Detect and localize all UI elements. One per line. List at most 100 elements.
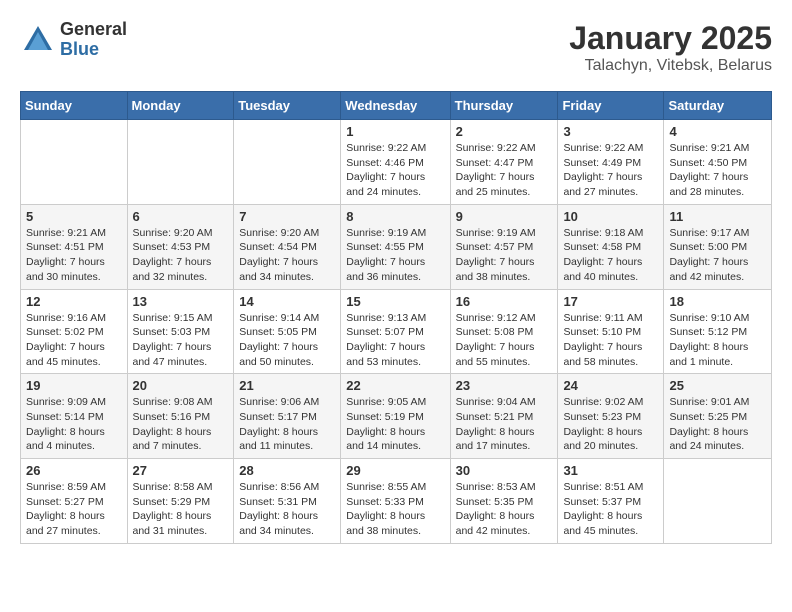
logo-blue-text: Blue (60, 40, 127, 60)
weekday-header: Sunday (21, 92, 128, 120)
calendar-cell: 9 Sunrise: 9:19 AM Sunset: 4:57 PM Daylig… (450, 204, 558, 289)
logo-text: General Blue (60, 20, 127, 60)
month-title: January 2025 (569, 20, 772, 57)
calendar-cell: 3Sunrise: 9:22 AM Sunset: 4:49 PM Daylig… (558, 120, 664, 205)
day-number: 24 (563, 378, 658, 393)
calendar-week-row: 12 Sunrise: 9:16 AM Sunset: 5:02 PM Dayli… (21, 289, 772, 374)
calendar-cell (234, 120, 341, 205)
day-info: Sunrise: 9:20 AM Sunset: 4:54 PM Dayligh… (239, 226, 335, 285)
day-number: 6 (133, 209, 229, 224)
day-number: 9 (456, 209, 553, 224)
day-number: 17 (563, 294, 658, 309)
day-number: 12 (26, 294, 122, 309)
day-info: Sunrise: 9:04 AM Sunset: 5:21 PM Dayligh… (456, 395, 553, 454)
calendar-cell: 4 Sunrise: 9:21 AM Sunset: 4:50 PM Daylig… (664, 120, 772, 205)
day-number: 26 (26, 463, 122, 478)
calendar-table: SundayMondayTuesdayWednesdayThursdayFrid… (20, 91, 772, 544)
day-info: Sunrise: 9:19 AM Sunset: 4:57 PM Dayligh… (456, 226, 553, 285)
day-number: 13 (133, 294, 229, 309)
day-number: 23 (456, 378, 553, 393)
day-number: 4 (669, 124, 766, 139)
day-info: Sunrise: 9:20 AM Sunset: 4:53 PM Dayligh… (133, 226, 229, 285)
calendar-cell: 27 Sunrise: 8:58 AM Sunset: 5:29 PM Dayli… (127, 459, 234, 544)
calendar-cell: 28Sunrise: 8:56 AM Sunset: 5:31 PM Dayli… (234, 459, 341, 544)
calendar-cell: 24 Sunrise: 9:02 AM Sunset: 5:23 PM Dayli… (558, 374, 664, 459)
day-info: Sunrise: 9:22 AM Sunset: 4:47 PM Dayligh… (456, 141, 553, 200)
weekday-header: Friday (558, 92, 664, 120)
day-info: Sunrise: 9:17 AM Sunset: 5:00 PM Dayligh… (669, 226, 766, 285)
calendar-cell: 19Sunrise: 9:09 AM Sunset: 5:14 PM Dayli… (21, 374, 128, 459)
calendar-cell: 7 Sunrise: 9:20 AM Sunset: 4:54 PM Daylig… (234, 204, 341, 289)
day-number: 16 (456, 294, 553, 309)
calendar-cell: 15 Sunrise: 9:13 AM Sunset: 5:07 PM Dayli… (341, 289, 450, 374)
day-info: Sunrise: 9:16 AM Sunset: 5:02 PM Dayligh… (26, 311, 122, 370)
day-number: 31 (563, 463, 658, 478)
day-info: Sunrise: 9:06 AM Sunset: 5:17 PM Dayligh… (239, 395, 335, 454)
day-number: 11 (669, 209, 766, 224)
calendar-cell: 11 Sunrise: 9:17 AM Sunset: 5:00 PM Dayli… (664, 204, 772, 289)
day-info: Sunrise: 9:14 AM Sunset: 5:05 PM Dayligh… (239, 311, 335, 370)
calendar-week-row: 19Sunrise: 9:09 AM Sunset: 5:14 PM Dayli… (21, 374, 772, 459)
calendar-cell: 25 Sunrise: 9:01 AM Sunset: 5:25 PM Dayli… (664, 374, 772, 459)
logo-icon (20, 22, 56, 58)
day-info: Sunrise: 9:13 AM Sunset: 5:07 PM Dayligh… (346, 311, 444, 370)
calendar-cell: 5Sunrise: 9:21 AM Sunset: 4:51 PM Daylig… (21, 204, 128, 289)
day-info: Sunrise: 8:51 AM Sunset: 5:37 PM Dayligh… (563, 480, 658, 539)
day-number: 29 (346, 463, 444, 478)
calendar-cell: 16 Sunrise: 9:12 AM Sunset: 5:08 PM Dayli… (450, 289, 558, 374)
day-number: 14 (239, 294, 335, 309)
day-number: 22 (346, 378, 444, 393)
calendar-cell: 17Sunrise: 9:11 AM Sunset: 5:10 PM Dayli… (558, 289, 664, 374)
calendar-week-row: 26Sunrise: 8:59 AM Sunset: 5:27 PM Dayli… (21, 459, 772, 544)
location-subtitle: Talachyn, Vitebsk, Belarus (569, 57, 772, 75)
calendar-cell: 12 Sunrise: 9:16 AM Sunset: 5:02 PM Dayli… (21, 289, 128, 374)
calendar-cell (21, 120, 128, 205)
day-number: 7 (239, 209, 335, 224)
weekday-header: Thursday (450, 92, 558, 120)
day-number: 3 (563, 124, 658, 139)
page-header: General Blue January 2025 Talachyn, Vite… (20, 20, 772, 75)
day-info: Sunrise: 9:22 AM Sunset: 4:46 PM Dayligh… (346, 141, 444, 200)
calendar-cell: 8 Sunrise: 9:19 AM Sunset: 4:55 PM Daylig… (341, 204, 450, 289)
day-number: 27 (133, 463, 229, 478)
day-number: 1 (346, 124, 444, 139)
weekday-header: Tuesday (234, 92, 341, 120)
calendar-cell: 21 Sunrise: 9:06 AM Sunset: 5:17 PM Dayli… (234, 374, 341, 459)
day-info: Sunrise: 9:19 AM Sunset: 4:55 PM Dayligh… (346, 226, 444, 285)
calendar-cell: 23 Sunrise: 9:04 AM Sunset: 5:21 PM Dayli… (450, 374, 558, 459)
day-info: Sunrise: 9:21 AM Sunset: 4:50 PM Dayligh… (669, 141, 766, 200)
day-info: Sunrise: 8:58 AM Sunset: 5:29 PM Dayligh… (133, 480, 229, 539)
day-number: 10 (563, 209, 658, 224)
day-info: Sunrise: 9:05 AM Sunset: 5:19 PM Dayligh… (346, 395, 444, 454)
day-info: Sunrise: 9:02 AM Sunset: 5:23 PM Dayligh… (563, 395, 658, 454)
logo: General Blue (20, 20, 127, 60)
day-info: Sunrise: 8:53 AM Sunset: 5:35 PM Dayligh… (456, 480, 553, 539)
day-info: Sunrise: 9:12 AM Sunset: 5:08 PM Dayligh… (456, 311, 553, 370)
calendar-cell: 30 Sunrise: 8:53 AM Sunset: 5:35 PM Dayli… (450, 459, 558, 544)
day-number: 2 (456, 124, 553, 139)
weekday-header: Monday (127, 92, 234, 120)
day-number: 15 (346, 294, 444, 309)
title-block: January 2025 Talachyn, Vitebsk, Belarus (569, 20, 772, 75)
day-number: 19 (26, 378, 122, 393)
calendar-cell (664, 459, 772, 544)
calendar-cell (127, 120, 234, 205)
day-number: 20 (133, 378, 229, 393)
calendar-cell: 14 Sunrise: 9:14 AM Sunset: 5:05 PM Dayli… (234, 289, 341, 374)
day-number: 30 (456, 463, 553, 478)
calendar-cell: 29 Sunrise: 8:55 AM Sunset: 5:33 PM Dayli… (341, 459, 450, 544)
calendar-cell: 6 Sunrise: 9:20 AM Sunset: 4:53 PM Daylig… (127, 204, 234, 289)
calendar-cell: 18Sunrise: 9:10 AM Sunset: 5:12 PM Dayli… (664, 289, 772, 374)
day-info: Sunrise: 9:18 AM Sunset: 4:58 PM Dayligh… (563, 226, 658, 285)
day-info: Sunrise: 8:56 AM Sunset: 5:31 PM Dayligh… (239, 480, 335, 539)
calendar-cell: 20Sunrise: 9:08 AM Sunset: 5:16 PM Dayli… (127, 374, 234, 459)
calendar-cell: 22 Sunrise: 9:05 AM Sunset: 5:19 PM Dayli… (341, 374, 450, 459)
day-number: 25 (669, 378, 766, 393)
day-number: 5 (26, 209, 122, 224)
calendar-cell: 2 Sunrise: 9:22 AM Sunset: 4:47 PM Daylig… (450, 120, 558, 205)
calendar-cell: 31 Sunrise: 8:51 AM Sunset: 5:37 PM Dayli… (558, 459, 664, 544)
day-number: 21 (239, 378, 335, 393)
day-info: Sunrise: 9:01 AM Sunset: 5:25 PM Dayligh… (669, 395, 766, 454)
day-info: Sunrise: 8:55 AM Sunset: 5:33 PM Dayligh… (346, 480, 444, 539)
day-number: 8 (346, 209, 444, 224)
